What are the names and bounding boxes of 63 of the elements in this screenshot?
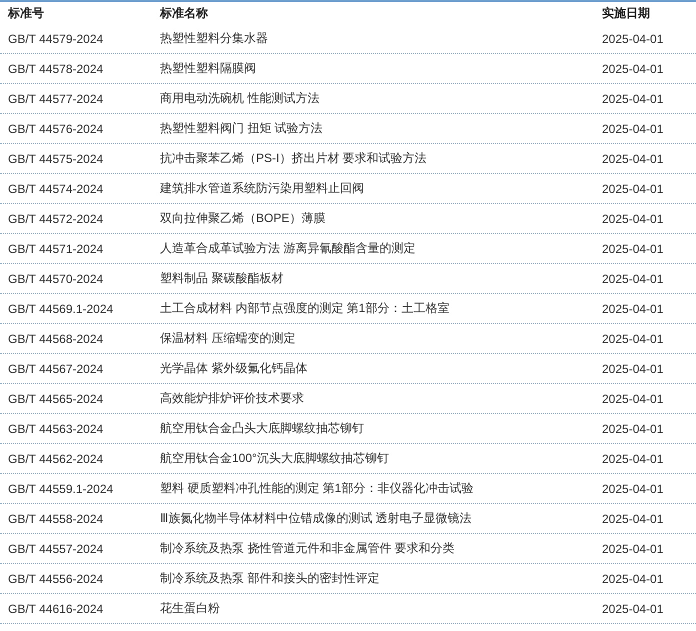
- table-cell-text: GB/T 44559.1-2024: [7, 482, 114, 496]
- table-cell-text: 保温材料 压缩蠕变的测定: [160, 330, 296, 347]
- table-cell-text: 塑料 硬质塑料冲孔性能的测定 第1部分：非仪器化冲击试验: [160, 480, 474, 497]
- table-cell-text: GB/T 44575-2024: [7, 152, 104, 166]
- table-cell-text: 抗冲击聚苯乙烯（PS-I）挤出片材 要求和试验方法: [160, 150, 428, 167]
- table-cell-text: 2025-04-01: [602, 362, 664, 376]
- table-cell-text: 塑料制品 聚碳酸酯板材: [160, 270, 284, 287]
- table-cell-text: GB/T 44572-2024: [7, 212, 104, 226]
- table-cell-text: GB/T 44616-2024: [7, 602, 104, 616]
- table-cell-text: 2025-04-01: [602, 182, 664, 196]
- table-cell-text: 2025-04-01: [602, 482, 664, 496]
- table-cell-text: 航空用钛合金100°沉头大底脚螺纹抽芯铆钉: [160, 450, 390, 467]
- table-cell-text: 2025-04-01: [602, 392, 664, 406]
- table-cell-text: 2025-04-01: [602, 452, 664, 466]
- table-cell-text: 花生蛋白粉: [160, 600, 221, 617]
- table-cell-text: 制冷系统及热泵 挠性管道元件和非金属管件 要求和分类: [160, 540, 456, 557]
- table-cell-text: 2025-04-01: [602, 542, 664, 556]
- table-cell-text: 2025-04-01: [602, 92, 664, 106]
- table-cell-text: 建筑排水管道系统防污染用塑料止回阀: [160, 180, 365, 197]
- table-cell-text: GB/T 44569.1-2024: [7, 302, 114, 316]
- table-cell-text: GB/T 44558-2024: [7, 512, 104, 526]
- table-cell-text: GB/T 44576-2024: [7, 122, 104, 136]
- table-cell-text: GB/T 44571-2024: [7, 242, 104, 256]
- table-cell-text: 2025-04-01: [602, 62, 664, 76]
- table-cell-text: 2025-04-01: [602, 422, 664, 436]
- table-cell-text: 热塑性塑料隔膜阀: [160, 60, 257, 77]
- table-cell-text: 2025-04-01: [602, 572, 664, 586]
- table-cell-text: GB/T 44565-2024: [7, 392, 104, 406]
- column-header: 标准号: [6, 4, 45, 22]
- table-cell-text: GB/T 44562-2024: [7, 452, 104, 466]
- table-cell-text: 2025-04-01: [602, 302, 664, 316]
- table-cell-text: GB/T 44577-2024: [7, 92, 104, 106]
- table-cell-text: GB/T 44556-2024: [7, 572, 104, 586]
- column-header: 实施日期: [602, 4, 651, 22]
- table-cell-text: 热塑性塑料阀门 扭矩 试验方法: [160, 120, 324, 137]
- table-cell-text: 商用电动洗碗机 性能测试方法: [160, 90, 320, 107]
- table-cell-text: 2025-04-01: [602, 212, 664, 226]
- table-cell-text: Ⅲ族氮化物半导体材料中位错成像的测试 透射电子显微镜法: [160, 510, 473, 527]
- table-cell-text: 人造革合成革试验方法 游离异氰酸酯含量的测定: [160, 240, 416, 257]
- table-cell-text: GB/T 44567-2024: [7, 362, 104, 376]
- table-cell-text: 2025-04-01: [602, 152, 664, 166]
- table-cell-text: 2025-04-01: [602, 602, 664, 616]
- table-cell-text: 2025-04-01: [602, 242, 664, 256]
- table-cell-text: GB/T 44557-2024: [7, 542, 104, 556]
- table-cell-text: 热塑性塑料分集水器: [160, 30, 269, 47]
- table-cell-text: 土工合成材料 内部节点强度的测定 第1部分：土工格室: [160, 300, 450, 317]
- table-cell-text: 双向拉伸聚乙烯（BOPE）薄膜: [160, 210, 326, 227]
- table-cell-text: 2025-04-01: [602, 512, 664, 526]
- table-cell-text: 制冷系统及热泵 部件和接头的密封性评定: [160, 570, 380, 587]
- table-cell-text: GB/T 44578-2024: [7, 62, 104, 76]
- table-cell-text: GB/T 44568-2024: [7, 332, 104, 346]
- column-header: 标准名称: [160, 4, 209, 22]
- table-cell-text: 2025-04-01: [602, 32, 664, 46]
- table-cell-text: 高效能炉排炉评价技术要求: [160, 390, 305, 407]
- table-cell-text: GB/T 44570-2024: [7, 272, 104, 286]
- table-cell-text: 2025-04-01: [602, 332, 664, 346]
- table-cell-text: 2025-04-01: [602, 122, 664, 136]
- table-cell-text: 光学晶体 紫外级氟化钙晶体: [160, 360, 308, 377]
- table-cell-text: 航空用钛合金凸头大底脚螺纹抽芯铆钉: [160, 420, 365, 437]
- table-cell-text: GB/T 44574-2024: [7, 182, 104, 196]
- table-cell-text: 2025-04-01: [602, 272, 664, 286]
- table-cell-text: GB/T 44563-2024: [7, 422, 104, 436]
- table-cell-text: GB/T 44579-2024: [7, 32, 104, 46]
